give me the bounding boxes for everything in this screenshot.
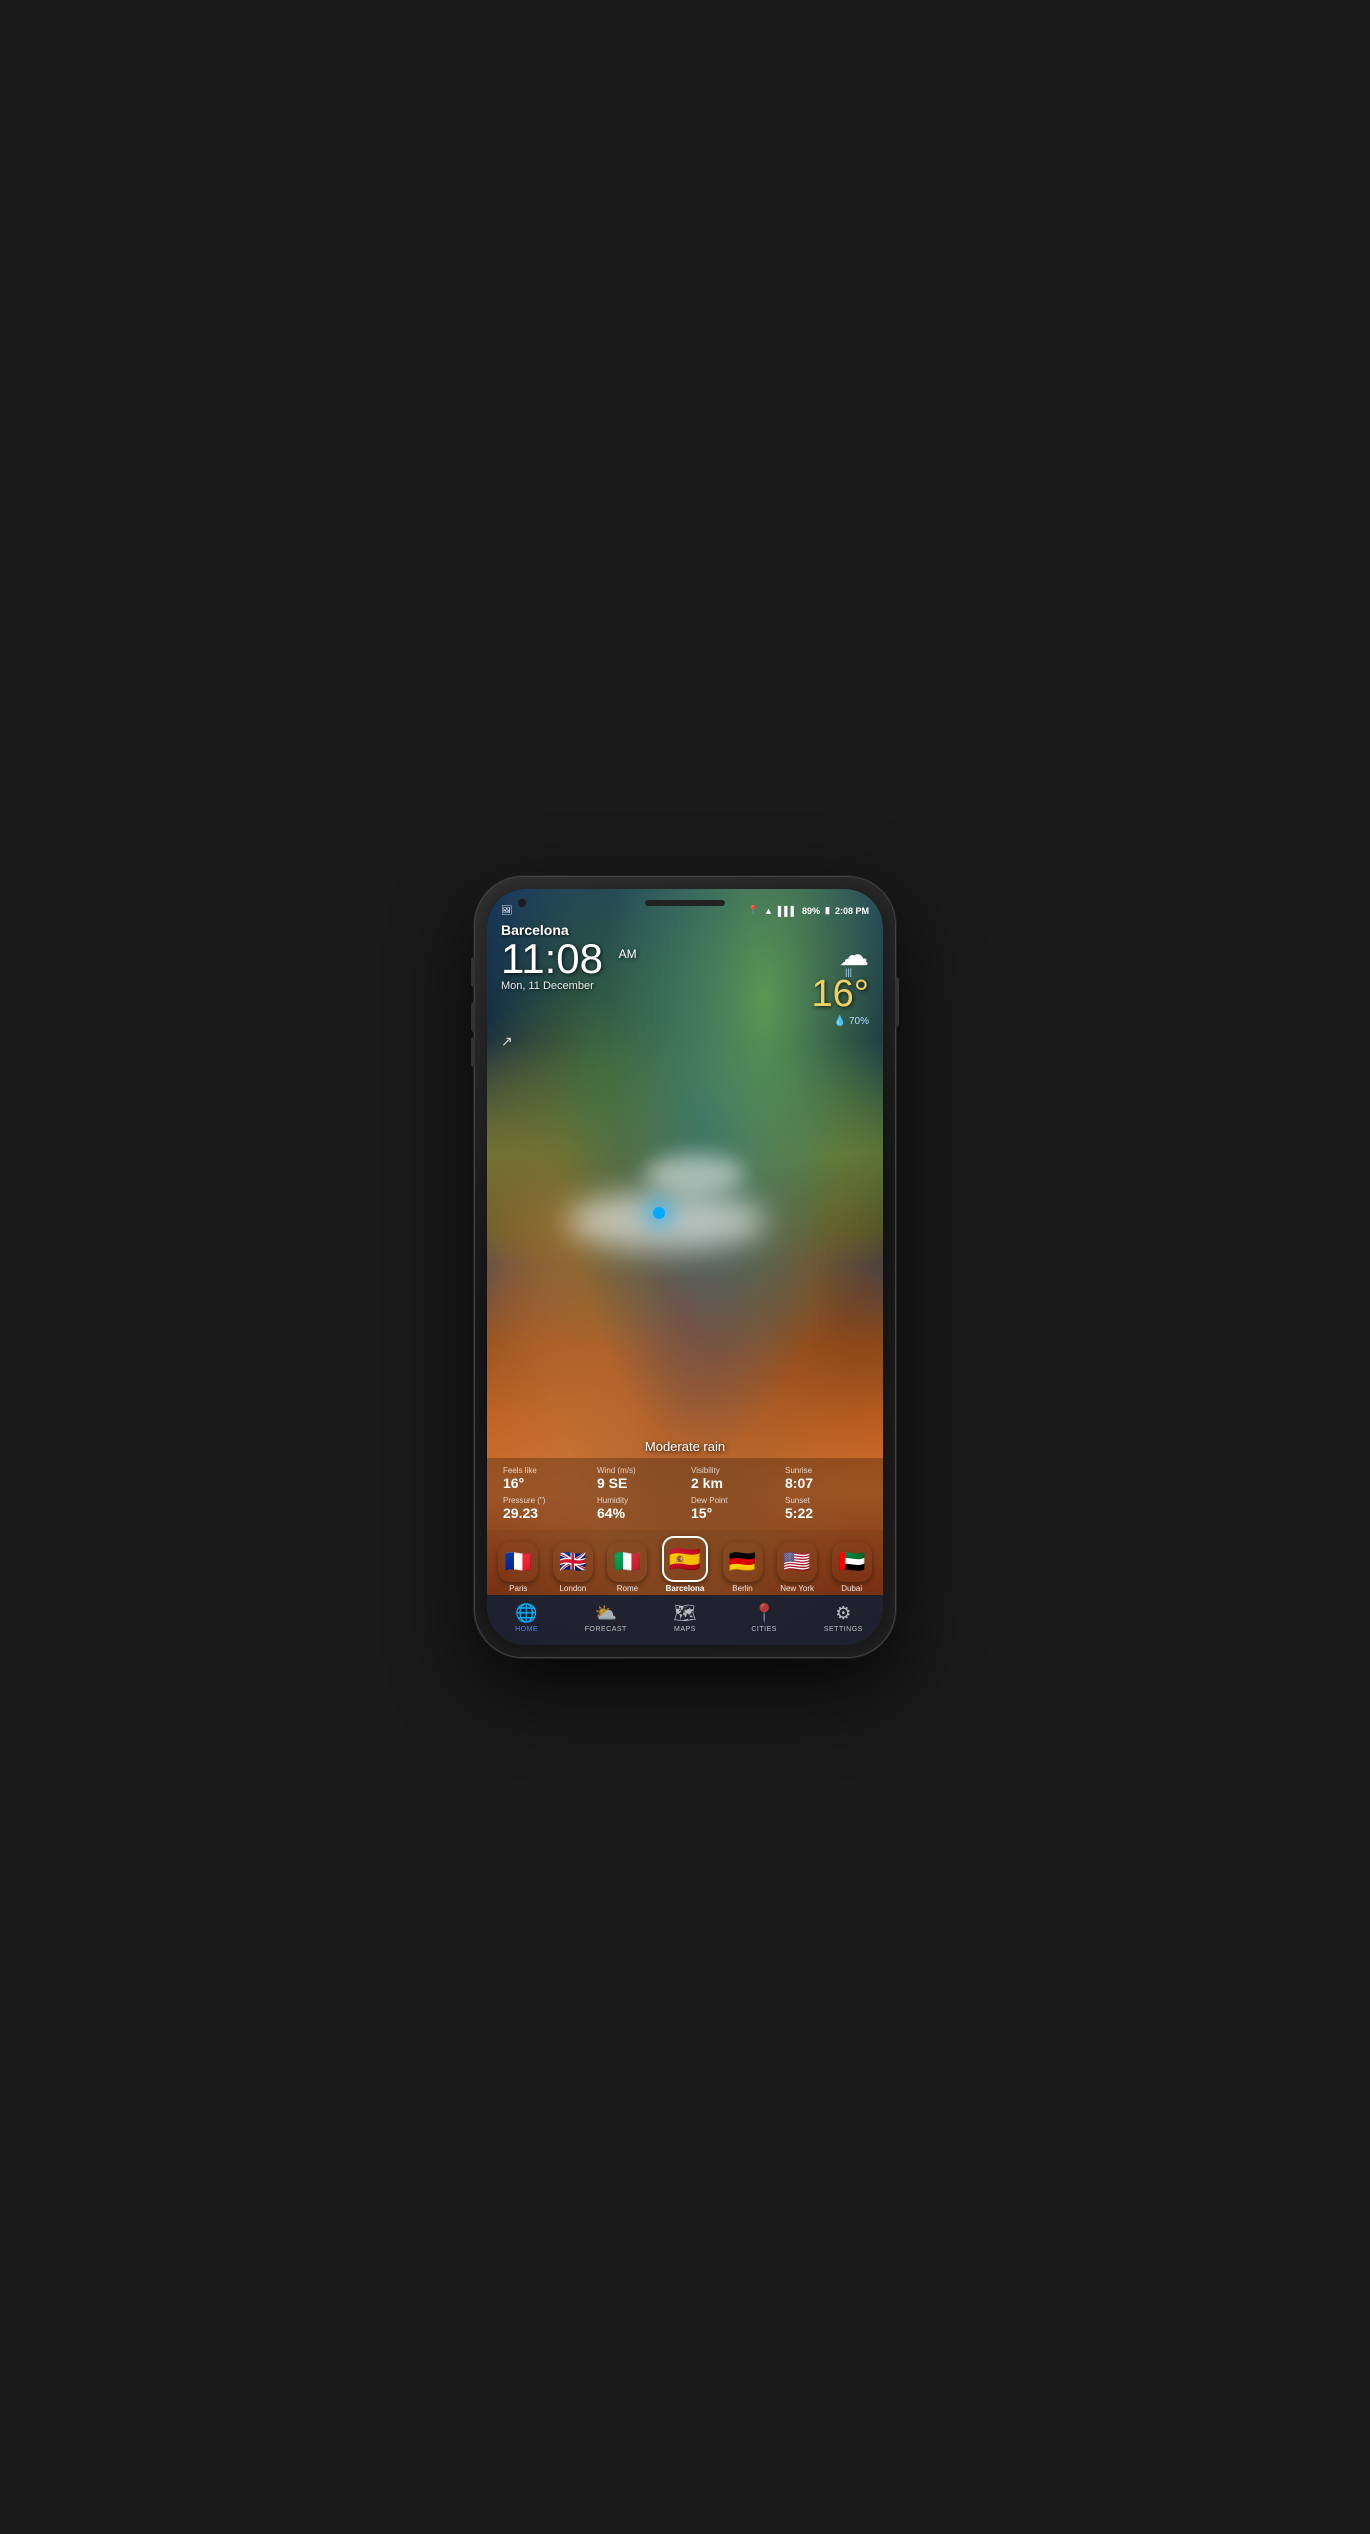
- city-flag-paris: 🇫🇷: [498, 1542, 538, 1582]
- dewpoint-stat: Dew Point 15°: [685, 1494, 779, 1524]
- dewpoint-label: Dew Point: [691, 1496, 727, 1505]
- nav-item-home[interactable]: 🌐 HOME: [502, 1603, 552, 1633]
- time-colon: :: [545, 935, 557, 982]
- nav-item-cities[interactable]: 📍 CITIES: [739, 1603, 789, 1633]
- feels-like-stat: Feels like 16°: [497, 1464, 591, 1494]
- cloud-icon: ☁: [839, 939, 869, 972]
- humidity-stat: Humidity 64%: [591, 1494, 685, 1524]
- pressure-label: Pressure ("): [503, 1496, 545, 1505]
- city-flag-barcelona: 🇪🇸: [662, 1536, 708, 1582]
- nav-icon-settings: ⚙: [835, 1603, 851, 1624]
- visibility-label: Visibility: [691, 1466, 720, 1475]
- feels-like-value: 16°: [503, 1475, 524, 1492]
- nav-item-forecast[interactable]: ⛅ FORECAST: [581, 1603, 631, 1633]
- city-label-london: London: [559, 1584, 586, 1593]
- city-label-dubai: Dubai: [841, 1584, 862, 1593]
- share-icon: ↗: [501, 1033, 513, 1049]
- city-label-new-york: New York: [780, 1584, 814, 1593]
- dewpoint-value: 15°: [691, 1505, 712, 1522]
- nav-label-cities: CITIES: [751, 1626, 777, 1633]
- wind-label: Wind (m/s): [597, 1466, 636, 1475]
- city-item-paris[interactable]: 🇫🇷 Paris: [498, 1542, 538, 1593]
- time-minutes: 08: [556, 935, 603, 982]
- visibility-value: 2 km: [691, 1475, 723, 1492]
- sunrise-label: Sunrise: [785, 1466, 812, 1475]
- city-flag-berlin: 🇩🇪: [723, 1542, 763, 1582]
- humidity-display: 💧 70%: [834, 1016, 869, 1027]
- weather-header: Barcelona 11:08 AM Mon, 11 December: [487, 918, 883, 1027]
- weather-right: ☁ ||| 16° 💧 70%: [812, 938, 869, 1027]
- city-item-dubai[interactable]: 🇦🇪 Dubai: [832, 1542, 872, 1593]
- nav-label-forecast: FORECAST: [585, 1626, 627, 1633]
- sunset-value: 5:22: [785, 1505, 813, 1522]
- middle-spacer: [487, 1056, 883, 1435]
- humidity-stat-value: 64%: [597, 1505, 625, 1522]
- notch-area: [487, 889, 883, 917]
- phone-inner: 🖼 📍 ▲ ▌▌▌ 89% ▮ 2:08 PM Barcelona: [487, 889, 883, 1645]
- city-flag-london: 🇬🇧: [553, 1542, 593, 1582]
- city-item-berlin[interactable]: 🇩🇪 Berlin: [723, 1542, 763, 1593]
- nav-icon-maps: 🗺: [674, 1603, 697, 1624]
- time-row: 11:08 AM Mon, 11 December ☁ |||: [501, 938, 869, 1027]
- city-label-berlin: Berlin: [732, 1584, 752, 1593]
- city-flag-dubai: 🇦🇪: [832, 1542, 872, 1582]
- city-flag-new-york: 🇺🇸: [777, 1542, 817, 1582]
- city-item-rome[interactable]: 🇮🇹 Rome: [607, 1542, 647, 1593]
- camera: [517, 898, 527, 908]
- humidity-stat-label: Humidity: [597, 1496, 628, 1505]
- nav-icon-forecast: ⛅: [595, 1603, 617, 1624]
- pressure-stat: Pressure (") 29.23: [497, 1494, 591, 1524]
- bottom-nav: 🌐 HOME ⛅ FORECAST 🗺 MAPS 📍 CITIES ⚙ SETTINGS: [487, 1595, 883, 1645]
- temperature-display: 16°: [812, 973, 869, 1016]
- time-hours: 11: [501, 935, 545, 982]
- city-item-barcelona[interactable]: 🇪🇸 Barcelona: [662, 1536, 708, 1593]
- city-label-paris: Paris: [509, 1584, 527, 1593]
- time-left: 11:08 AM Mon, 11 December: [501, 938, 637, 992]
- city-label-rome: Rome: [617, 1584, 638, 1593]
- weather-stats: Feels like 16° Wind (m/s) 9 SE Visibilit…: [487, 1458, 883, 1530]
- time-ampm: AM: [619, 947, 637, 961]
- sunset-stat: Sunset 5:22: [779, 1494, 873, 1524]
- nav-icon-cities: 📍: [753, 1603, 775, 1624]
- nav-label-home: HOME: [515, 1626, 538, 1633]
- screen-content: 🖼 📍 ▲ ▌▌▌ 89% ▮ 2:08 PM Barcelona: [487, 889, 883, 1645]
- rain-icon: |||: [845, 967, 852, 977]
- visibility-stat: Visibility 2 km: [685, 1464, 779, 1494]
- sunrise-value: 8:07: [785, 1475, 813, 1492]
- cities-row: 🇫🇷 Paris 🇬🇧 London 🇮🇹 Rome 🇪🇸 Barcelona 🇩🇪 Berlin…: [487, 1530, 883, 1595]
- nav-item-settings[interactable]: ⚙ SETTINGS: [818, 1603, 868, 1633]
- city-label-barcelona: Barcelona: [666, 1584, 705, 1593]
- city-item-new-york[interactable]: 🇺🇸 New York: [777, 1542, 817, 1593]
- feels-like-label: Feels like: [503, 1466, 537, 1475]
- city-item-london[interactable]: 🇬🇧 London: [553, 1542, 593, 1593]
- city-flag-rome: 🇮🇹: [607, 1542, 647, 1582]
- wind-value: 9 SE: [597, 1475, 627, 1492]
- nav-label-settings: SETTINGS: [824, 1626, 863, 1633]
- share-button[interactable]: ↗: [487, 1027, 883, 1056]
- pressure-value: 29.23: [503, 1505, 538, 1522]
- nav-icon-home: 🌐: [515, 1603, 537, 1624]
- time-display: 11:08 AM: [501, 938, 637, 980]
- screen: 🖼 📍 ▲ ▌▌▌ 89% ▮ 2:08 PM Barcelona: [487, 889, 883, 1645]
- nav-label-maps: MAPS: [674, 1626, 696, 1633]
- phone-outer: 🖼 📍 ▲ ▌▌▌ 89% ▮ 2:08 PM Barcelona: [475, 877, 895, 1657]
- sunrise-stat: Sunrise 8:07: [779, 1464, 873, 1494]
- nav-item-maps[interactable]: 🗺 MAPS: [660, 1603, 710, 1633]
- wind-stat: Wind (m/s) 9 SE: [591, 1464, 685, 1494]
- date-display: Mon, 11 December: [501, 980, 637, 992]
- condition-label: Moderate rain: [487, 1435, 883, 1458]
- speaker: [645, 900, 725, 906]
- sunset-label: Sunset: [785, 1496, 810, 1505]
